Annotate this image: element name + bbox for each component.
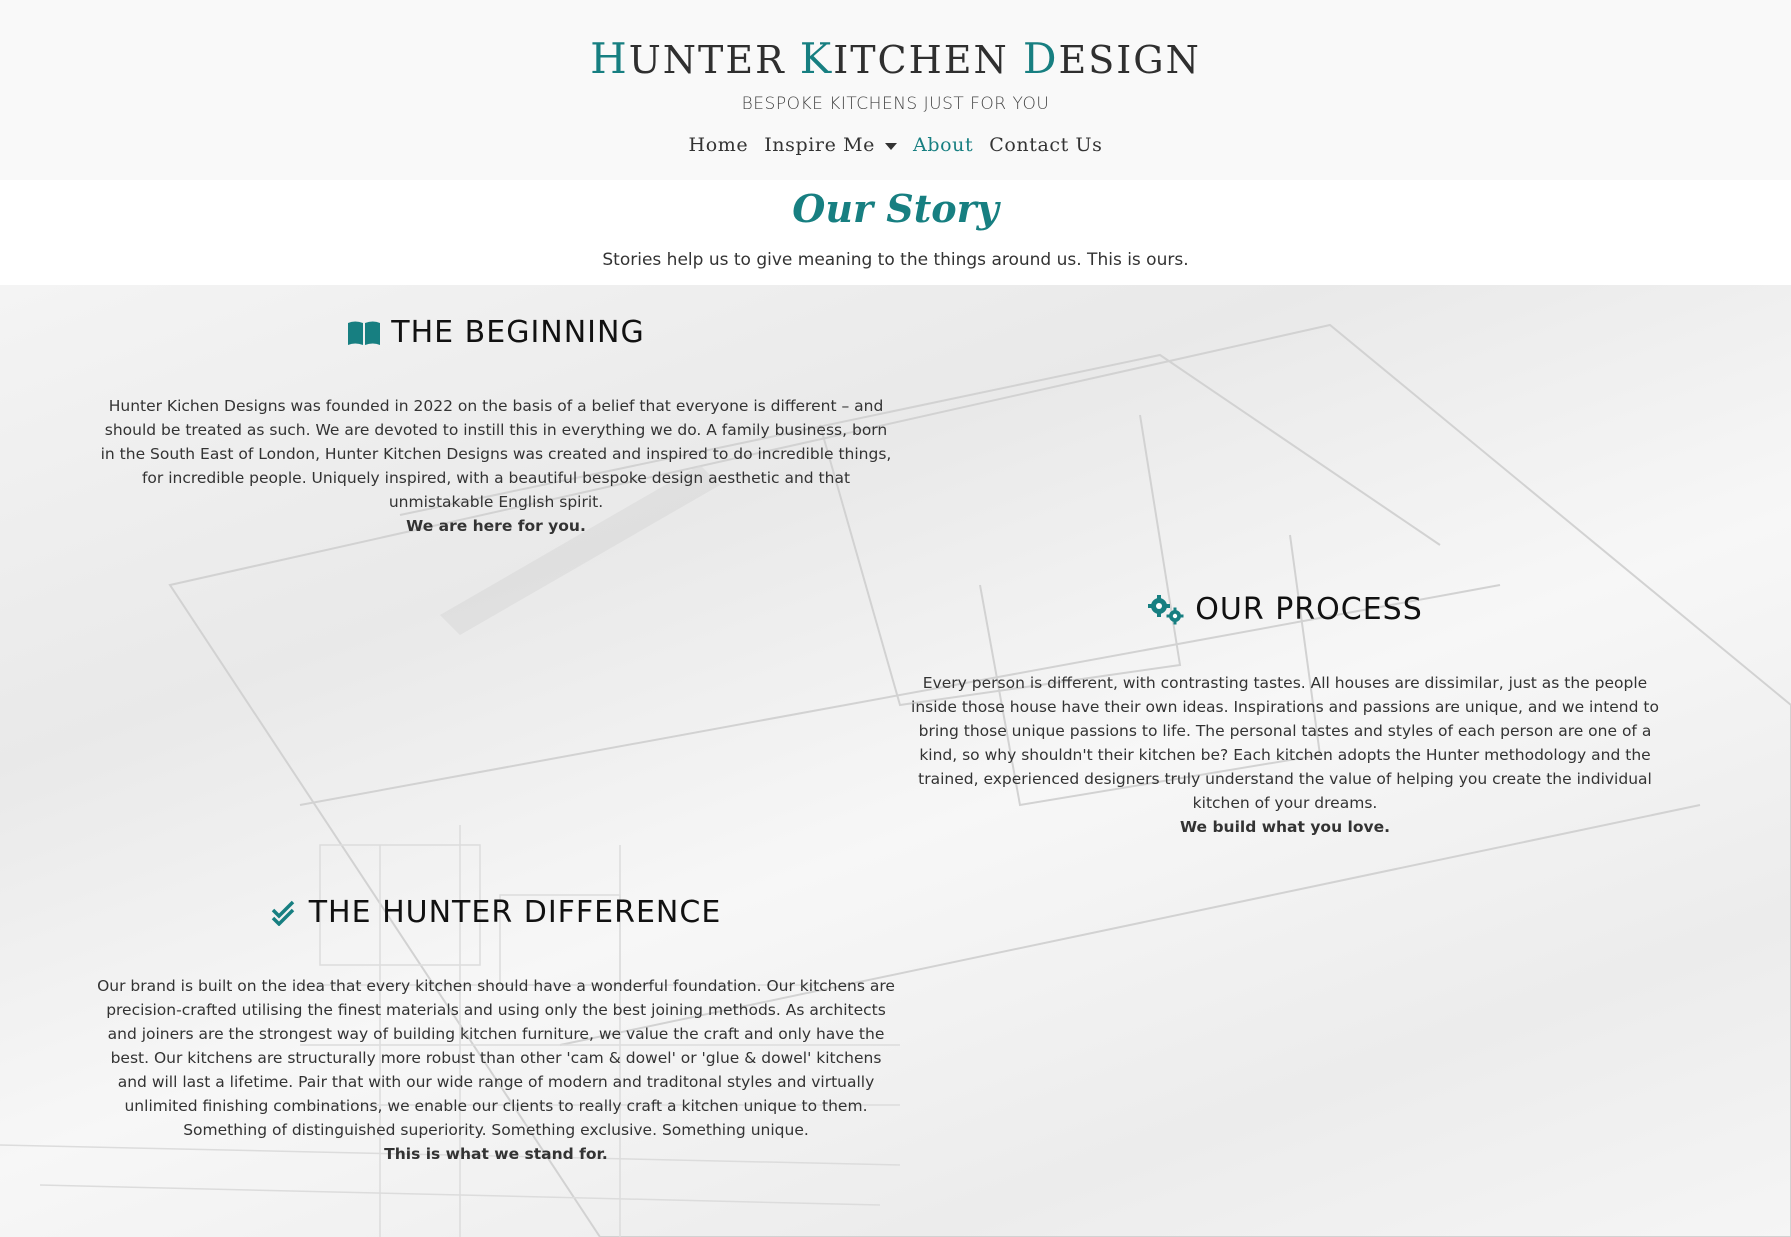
site-header: HUNTER KITCHEN DESIGN BESPOKE KITCHENS J… xyxy=(0,0,1791,180)
section-title: OUR PROCESS xyxy=(1195,592,1423,627)
book-open-icon xyxy=(347,320,381,346)
logo-text: UNTER xyxy=(628,38,800,82)
section-difference: THE HUNTER DIFFERENCE Our brand is built… xyxy=(96,895,896,1166)
section-process: OUR PROCESS Every person is different, w… xyxy=(900,592,1670,839)
section-text: Our brand is built on the idea that ever… xyxy=(97,977,895,1139)
site-logo[interactable]: HUNTER KITCHEN DESIGN xyxy=(0,34,1791,83)
nav-home[interactable]: Home xyxy=(689,134,749,156)
page-title: Our Story xyxy=(792,186,999,231)
logo-text: ITCHEN xyxy=(833,38,1023,82)
section-body: Every person is different, with contrast… xyxy=(900,671,1670,839)
section-title: THE HUNTER DIFFERENCE xyxy=(308,895,722,930)
logo-letter: K xyxy=(799,34,834,83)
section-heading: THE BEGINNING xyxy=(96,315,896,350)
section-heading: OUR PROCESS xyxy=(900,592,1670,627)
section-text: Hunter Kichen Designs was founded in 202… xyxy=(100,397,892,511)
gears-icon xyxy=(1147,594,1185,625)
logo-letter: H xyxy=(590,34,629,83)
section-closing: We are here for you. xyxy=(406,517,586,535)
section-closing: We build what you love. xyxy=(1180,818,1390,836)
nav-contact[interactable]: Contact Us xyxy=(989,134,1102,156)
logo-letter: D xyxy=(1022,34,1059,83)
nav-about[interactable]: About xyxy=(913,134,973,156)
logo-text: ESIGN xyxy=(1058,38,1201,82)
site-tagline: BESPOKE KITCHENS JUST FOR YOU xyxy=(741,94,1050,114)
nav-inspire-dropdown[interactable]: Inspire Me xyxy=(764,134,897,156)
section-closing: This is what we stand for. xyxy=(384,1145,608,1163)
section-body: Our brand is built on the idea that ever… xyxy=(96,974,896,1166)
page-subtitle: Stories help us to give meaning to the t… xyxy=(602,250,1189,270)
nav-inspire-label: Inspire Me xyxy=(764,134,875,156)
section-beginning: THE BEGINNING Hunter Kichen Designs was … xyxy=(96,315,896,538)
section-body: Hunter Kichen Designs was founded in 202… xyxy=(96,394,896,538)
section-heading: THE HUNTER DIFFERENCE xyxy=(96,895,896,930)
double-check-icon xyxy=(271,900,299,926)
section-text: Every person is different, with contrast… xyxy=(911,674,1659,812)
section-title: THE BEGINNING xyxy=(391,315,645,350)
chevron-down-icon xyxy=(885,142,897,150)
main-nav: Home Inspire Me About Contact Us xyxy=(0,134,1791,156)
